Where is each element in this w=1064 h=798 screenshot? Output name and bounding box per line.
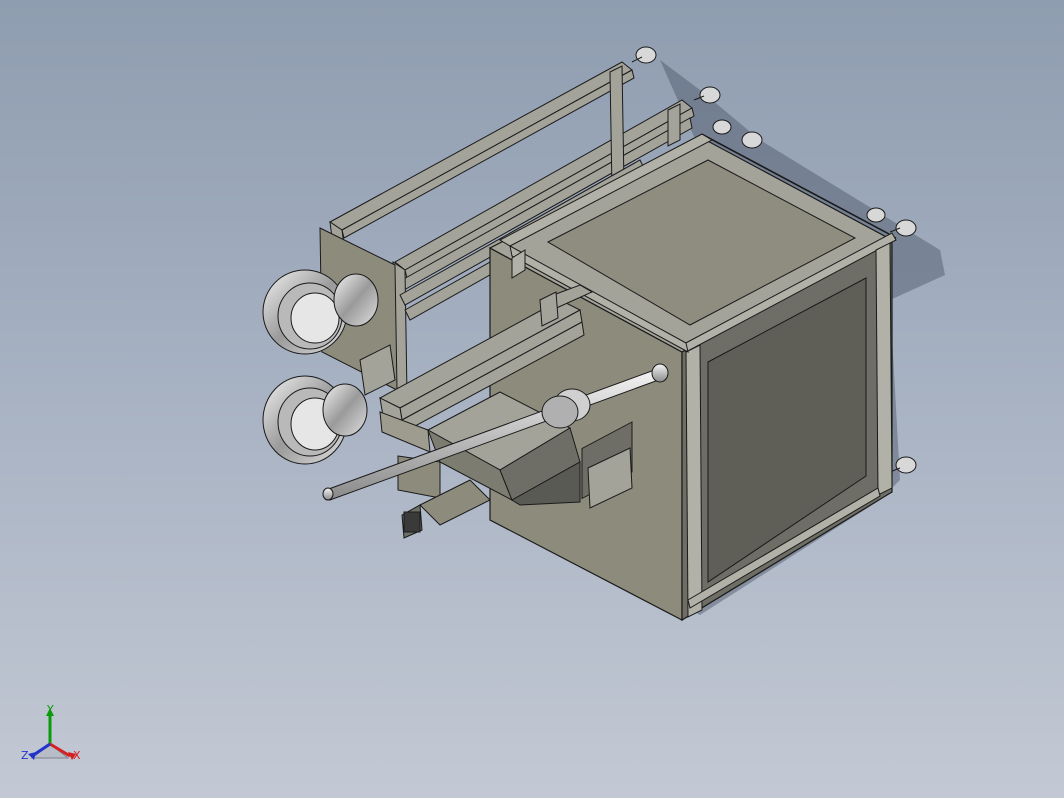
triad-y-label: Y	[47, 703, 54, 716]
triad-z-label: Z	[21, 749, 29, 762]
coordinate-triad[interactable]: Y X Z	[18, 700, 88, 772]
triad-x-label: X	[73, 749, 81, 762]
cad-assembly-model[interactable]	[0, 0, 1064, 798]
graphics-viewport[interactable]: Y X Z	[0, 0, 1064, 798]
